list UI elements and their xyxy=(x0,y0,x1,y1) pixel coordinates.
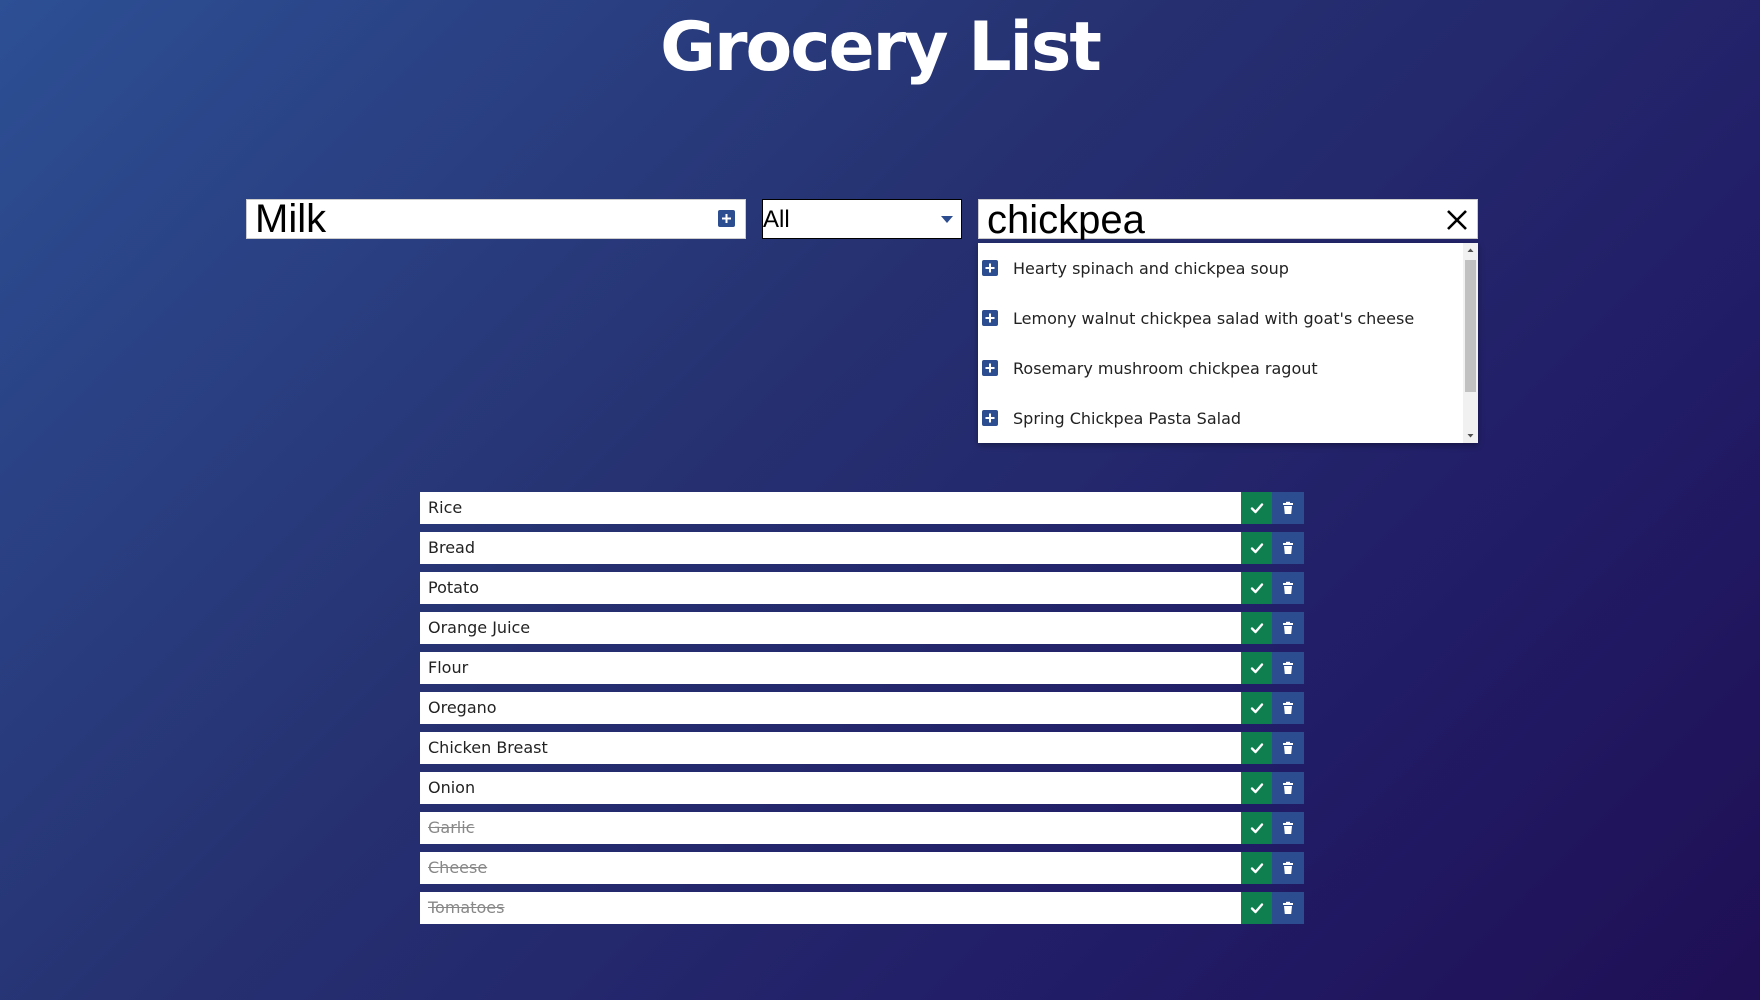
suggestion-label: Hearty spinach and chickpea soup xyxy=(1013,258,1289,278)
check-icon xyxy=(1250,863,1263,874)
grocery-item-row: Bread xyxy=(420,532,1304,564)
mark-done-button[interactable] xyxy=(1241,532,1272,564)
grocery-item-name: Orange Juice xyxy=(420,612,1241,644)
plus-icon xyxy=(982,260,998,276)
check-icon xyxy=(1250,583,1263,594)
suggestion-item[interactable]: Rosemary mushroom chickpea ragout xyxy=(978,343,1463,393)
suggestion-label: Lemony walnut chickpea salad with goat's… xyxy=(1013,308,1415,328)
grocery-item-name: Flour xyxy=(420,652,1241,684)
mark-done-button[interactable] xyxy=(1241,732,1272,764)
trash-icon xyxy=(1283,781,1293,794)
grocery-item-row: Orange Juice xyxy=(420,612,1304,644)
clear-search-button[interactable] xyxy=(1445,208,1469,232)
check-icon xyxy=(1250,903,1263,914)
check-icon xyxy=(1250,823,1263,834)
recipe-suggestions-dropdown: Hearty spinach and chickpea soup Lemony … xyxy=(978,243,1478,443)
mark-done-button[interactable] xyxy=(1241,812,1272,844)
filter-select[interactable]: All xyxy=(762,199,962,239)
trash-icon xyxy=(1283,861,1293,874)
caret-down-icon xyxy=(941,216,953,223)
grocery-list: Rice Bread Potato Orange Juice Flour Oregano C… xyxy=(420,492,1304,932)
trash-icon xyxy=(1283,581,1293,594)
filter-selected-value: All xyxy=(763,206,790,233)
add-item-field[interactable] xyxy=(246,199,746,239)
suggestion-label: Spring Chickpea Pasta Salad xyxy=(1013,408,1242,428)
grocery-item-row: Onion xyxy=(420,772,1304,804)
grocery-item-name: Bread xyxy=(420,532,1241,564)
scroll-down-arrow-icon[interactable] xyxy=(1463,428,1478,443)
grocery-item-name: Garlic xyxy=(420,812,1241,844)
page-title: Grocery List xyxy=(660,8,1102,87)
grocery-item-row: Rice xyxy=(420,492,1304,524)
plus-icon xyxy=(982,310,998,326)
grocery-item-name: Rice xyxy=(420,492,1241,524)
delete-button[interactable] xyxy=(1272,892,1304,924)
delete-button[interactable] xyxy=(1272,852,1304,884)
mark-done-button[interactable] xyxy=(1241,492,1272,524)
check-icon xyxy=(1250,623,1263,634)
trash-icon xyxy=(1283,901,1293,914)
delete-button[interactable] xyxy=(1272,812,1304,844)
check-icon xyxy=(1250,703,1263,714)
trash-icon xyxy=(1283,821,1293,834)
delete-button[interactable] xyxy=(1272,572,1304,604)
add-item-input[interactable] xyxy=(255,200,695,238)
dropdown-scrollbar[interactable] xyxy=(1463,243,1478,443)
plus-icon xyxy=(982,410,998,426)
check-icon xyxy=(1250,503,1263,514)
close-icon xyxy=(1447,210,1467,230)
delete-button[interactable] xyxy=(1272,772,1304,804)
trash-icon xyxy=(1283,501,1293,514)
trash-icon xyxy=(1283,661,1293,674)
suggestion-item[interactable]: Spring Chickpea Pasta Salad xyxy=(978,393,1463,443)
recipe-search-field[interactable] xyxy=(978,199,1478,240)
suggestion-label: Rosemary mushroom chickpea ragout xyxy=(1013,358,1318,378)
check-icon xyxy=(1250,743,1263,754)
mark-done-button[interactable] xyxy=(1241,612,1272,644)
trash-icon xyxy=(1283,621,1293,634)
suggestion-item[interactable]: Hearty spinach and chickpea soup xyxy=(978,243,1463,293)
trash-icon xyxy=(1283,541,1293,554)
grocery-item-row: Chicken Breast xyxy=(420,732,1304,764)
delete-button[interactable] xyxy=(1272,732,1304,764)
grocery-item-row: Tomatoes xyxy=(420,892,1304,924)
delete-button[interactable] xyxy=(1272,652,1304,684)
check-icon xyxy=(1250,543,1263,554)
plus-icon xyxy=(722,214,731,223)
grocery-item-row: Oregano xyxy=(420,692,1304,724)
trash-icon xyxy=(1283,701,1293,714)
recipe-search-input[interactable] xyxy=(987,200,1427,240)
grocery-item-name: Potato xyxy=(420,572,1241,604)
grocery-item-row: Cheese xyxy=(420,852,1304,884)
grocery-item-row: Garlic xyxy=(420,812,1304,844)
scroll-up-arrow-icon[interactable] xyxy=(1463,243,1478,258)
grocery-item-name: Onion xyxy=(420,772,1241,804)
grocery-item-name: Tomatoes xyxy=(420,892,1241,924)
add-item-button[interactable] xyxy=(718,210,735,227)
grocery-item-row: Potato xyxy=(420,572,1304,604)
check-icon xyxy=(1250,663,1263,674)
mark-done-button[interactable] xyxy=(1241,652,1272,684)
suggestion-item[interactable]: Lemony walnut chickpea salad with goat's… xyxy=(978,293,1463,343)
check-icon xyxy=(1250,783,1263,794)
scrollbar-thumb[interactable] xyxy=(1465,260,1476,392)
plus-icon xyxy=(982,360,998,376)
delete-button[interactable] xyxy=(1272,492,1304,524)
delete-button[interactable] xyxy=(1272,612,1304,644)
grocery-item-name: Oregano xyxy=(420,692,1241,724)
mark-done-button[interactable] xyxy=(1241,892,1272,924)
trash-icon xyxy=(1283,741,1293,754)
mark-done-button[interactable] xyxy=(1241,692,1272,724)
grocery-item-name: Chicken Breast xyxy=(420,732,1241,764)
grocery-item-name: Cheese xyxy=(420,852,1241,884)
mark-done-button[interactable] xyxy=(1241,852,1272,884)
mark-done-button[interactable] xyxy=(1241,572,1272,604)
grocery-item-row: Flour xyxy=(420,652,1304,684)
mark-done-button[interactable] xyxy=(1241,772,1272,804)
delete-button[interactable] xyxy=(1272,532,1304,564)
delete-button[interactable] xyxy=(1272,692,1304,724)
